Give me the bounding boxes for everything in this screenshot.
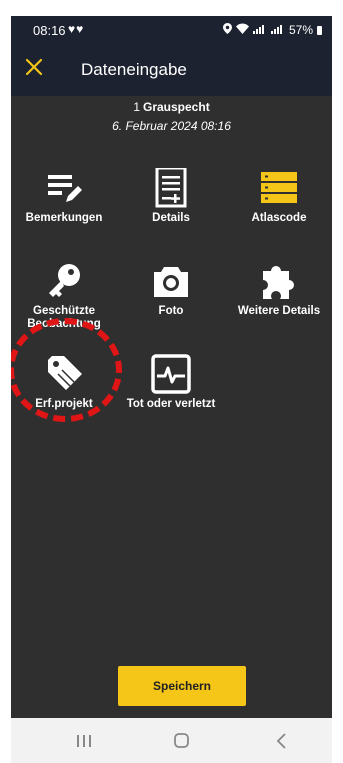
app-bar: Dateneingabe xyxy=(11,44,332,96)
battery-percent: 57% xyxy=(288,23,313,37)
tile-label: Atlascode xyxy=(251,212,307,224)
tile-tot-oder-verletzt[interactable]: Tot oder verletzt xyxy=(126,354,216,434)
signal-icon xyxy=(252,24,267,37)
species-name: Grauspecht xyxy=(143,100,210,114)
back-icon[interactable] xyxy=(267,730,297,752)
tile-label: Erf.projekt xyxy=(35,398,93,410)
home-icon[interactable] xyxy=(167,730,197,752)
wifi-icon xyxy=(235,23,249,37)
tile-bemerkungen[interactable]: Bemerkungen xyxy=(19,168,109,248)
recent-apps-icon[interactable] xyxy=(69,730,99,752)
battery-icon xyxy=(317,25,322,35)
app-screen: 08:16 ♥♥ 57% Dateneingabe 1 Grauspecht 6… xyxy=(11,16,332,763)
observation-datetime: 6. Februar 2024 08:16 xyxy=(112,119,231,133)
close-icon[interactable] xyxy=(23,56,45,78)
camera-icon xyxy=(151,261,191,301)
tile-label: Details xyxy=(152,212,190,224)
tile-weitere-details[interactable]: Weitere Details xyxy=(234,261,324,341)
tile-foto[interactable]: Foto xyxy=(126,261,216,341)
species-line: 1 Grauspecht xyxy=(11,100,332,114)
status-bar: 08:16 ♥♥ 57% xyxy=(11,16,332,44)
status-right: 57% xyxy=(222,23,322,37)
status-time: 08:16 xyxy=(33,23,66,38)
tile-label: Weitere Details xyxy=(237,305,321,317)
heart-status-icons: ♥♥ xyxy=(68,22,85,36)
tile-atlascode[interactable]: Atlascode xyxy=(234,168,324,248)
location-icon xyxy=(222,23,232,37)
system-nav-bar xyxy=(11,718,332,763)
tag-icon xyxy=(44,354,84,394)
tile-label: Geschützte Beobachtung xyxy=(27,305,101,330)
tile-details[interactable]: Details xyxy=(126,166,216,248)
species-count: 1 xyxy=(133,100,140,114)
page-title: Dateneingabe xyxy=(81,60,187,79)
document-add-icon xyxy=(151,166,191,208)
tile-label: Bemerkungen xyxy=(25,212,103,224)
heartbeat-icon xyxy=(151,354,191,394)
signal-icon xyxy=(270,24,285,37)
record-summary: 1 Grauspecht 6. Februar 2024 08:16 xyxy=(11,100,332,133)
tile-label: Tot oder verletzt xyxy=(126,398,216,410)
puzzle-icon xyxy=(259,261,299,301)
notes-edit-icon xyxy=(44,168,84,208)
tile-geschuetzte-beobachtung[interactable]: Geschützte Beobachtung xyxy=(19,261,109,341)
tile-erf-projekt[interactable]: Erf.projekt xyxy=(19,354,109,434)
save-button[interactable]: Speichern xyxy=(118,666,246,706)
key-icon xyxy=(44,261,84,301)
tile-label: Foto xyxy=(158,305,184,317)
atlas-code-icon xyxy=(259,168,299,208)
